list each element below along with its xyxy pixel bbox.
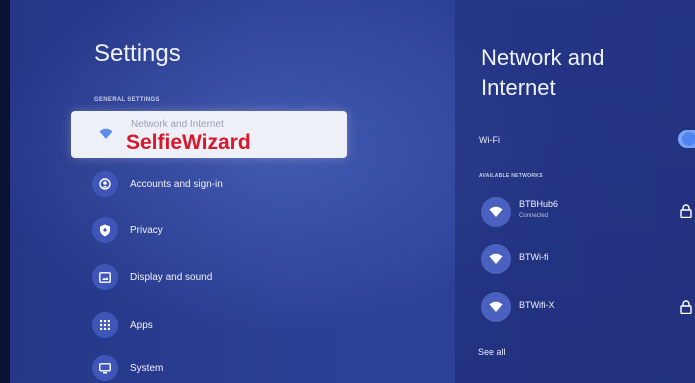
account-icon bbox=[92, 171, 118, 197]
toggle-knob bbox=[682, 132, 695, 146]
wifi-icon bbox=[481, 197, 511, 227]
menu-item-label: System bbox=[130, 362, 164, 374]
general-settings-label: GENERAL SETTINGS bbox=[94, 97, 160, 103]
menu-item-display-and-sound[interactable]: Display and sound bbox=[92, 262, 212, 292]
wifi-icon bbox=[481, 292, 511, 322]
menu-item-apps[interactable]: Apps bbox=[92, 310, 153, 340]
menu-item-label: Network and Internet bbox=[131, 119, 224, 130]
available-networks-label: AVAILABLE NETWORKS bbox=[479, 173, 543, 179]
see-all-link[interactable]: See all bbox=[478, 347, 506, 357]
network-title: Network and Internet bbox=[481, 45, 605, 100]
wifi-toggle[interactable] bbox=[678, 130, 695, 148]
apps-grid-icon bbox=[92, 312, 118, 338]
menu-item-privacy[interactable]: Privacy bbox=[92, 215, 163, 245]
screen-edge bbox=[0, 0, 10, 383]
network-name: BTWifi-X bbox=[519, 300, 555, 310]
network-status: Connected bbox=[519, 213, 549, 219]
lock-icon bbox=[680, 204, 692, 223]
wifi-icon bbox=[95, 123, 117, 145]
network-name: BTBHub6 bbox=[519, 199, 559, 209]
menu-item-label: Display and sound bbox=[130, 271, 213, 283]
display-icon bbox=[92, 264, 118, 290]
menu-item-label: Accounts and sign-in bbox=[130, 178, 223, 190]
wifi-icon bbox=[481, 244, 511, 274]
tv-screen: Settings GENERAL SETTINGS Network and In… bbox=[0, 0, 695, 383]
menu-item-label: Apps bbox=[130, 319, 153, 331]
settings-title: Settings bbox=[94, 40, 181, 67]
wifi-label: Wi-Fi bbox=[479, 135, 500, 145]
menu-item-label: Privacy bbox=[130, 224, 163, 236]
shield-icon bbox=[92, 217, 118, 243]
menu-item-system[interactable]: System bbox=[92, 353, 163, 383]
menu-item-accounts[interactable]: Accounts and sign-in bbox=[92, 169, 223, 199]
network-name: BTWi-fi bbox=[519, 252, 549, 262]
watermark-text: SelfieWizard bbox=[126, 131, 251, 154]
lock-icon bbox=[680, 300, 692, 319]
monitor-icon bbox=[92, 355, 118, 381]
